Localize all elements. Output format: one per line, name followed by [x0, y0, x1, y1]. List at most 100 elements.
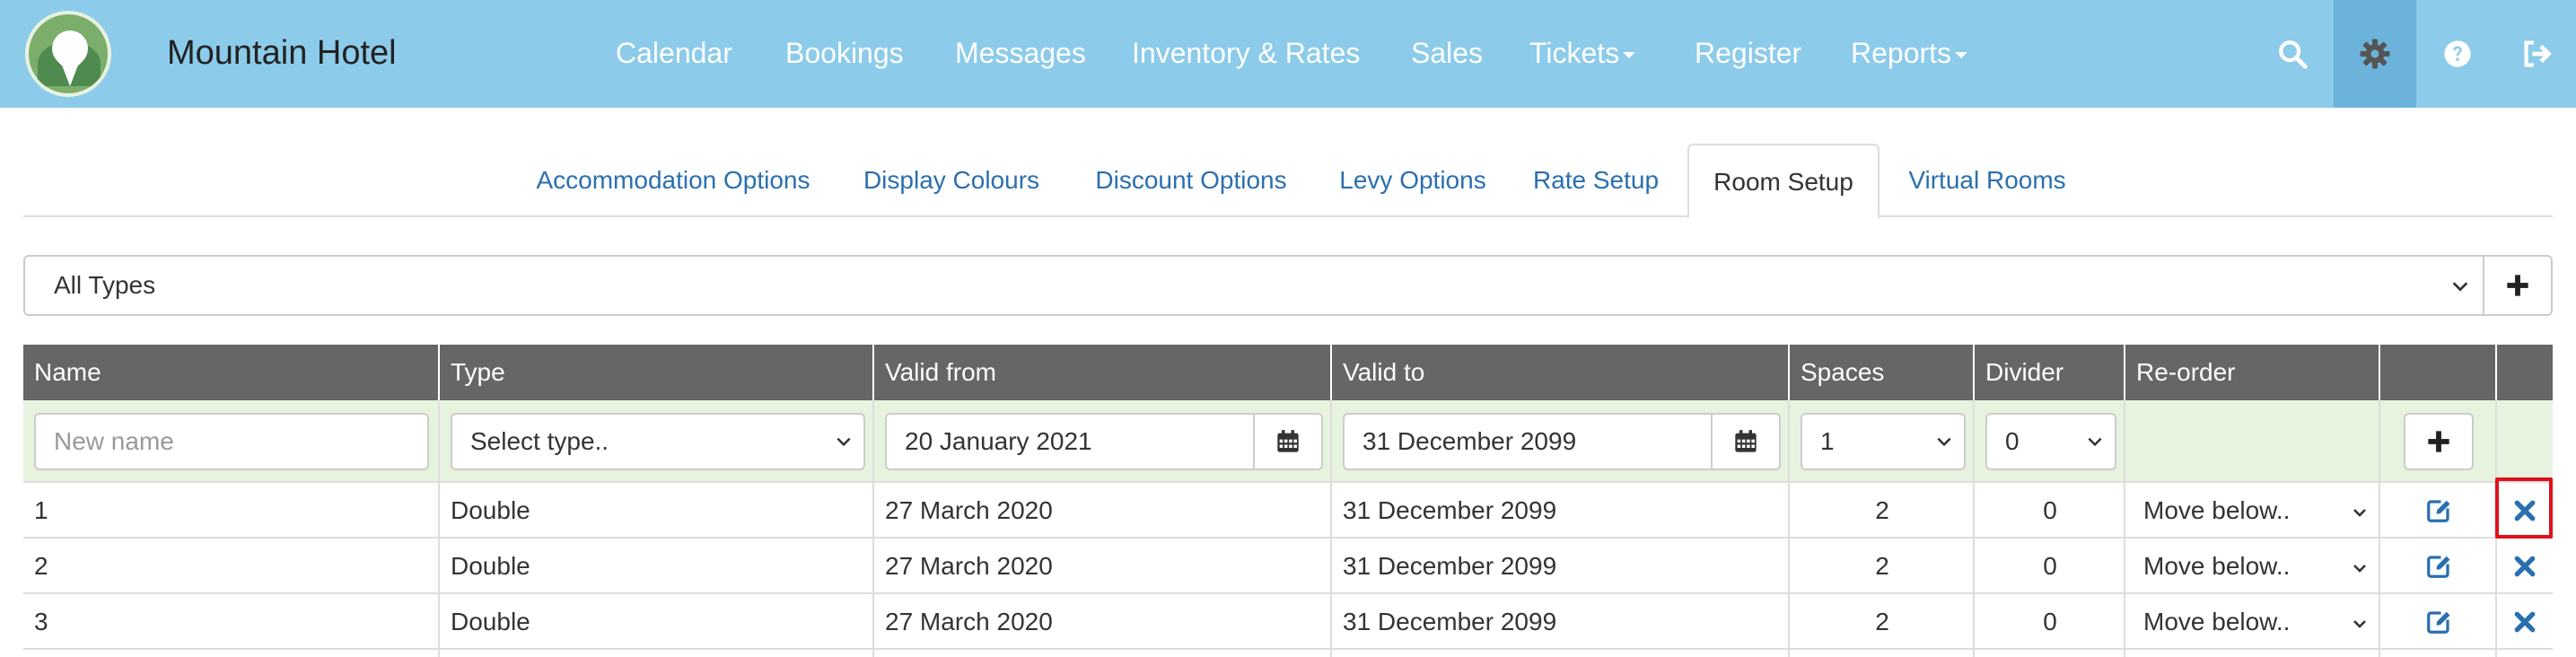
chevron-down-icon	[2088, 437, 2102, 447]
edit-icon	[2427, 611, 2450, 634]
chevron-down-icon	[1937, 437, 1951, 447]
new-room-divider-value: 0	[2005, 427, 2020, 455]
new-room-spaces-select[interactable]: 1	[1801, 413, 1966, 470]
reorder-value: Move below..	[2143, 496, 2291, 524]
chevron-down-icon	[837, 437, 851, 447]
valid-from-calendar-button[interactable]	[1253, 413, 1323, 470]
room-spaces: 2	[1875, 608, 1889, 635]
plus-icon	[2507, 275, 2528, 296]
tab-levy-options[interactable]: Levy Options	[1319, 144, 1506, 217]
close-icon	[2514, 556, 2536, 577]
add-room-type-button[interactable]	[2483, 255, 2553, 316]
nav-bookings[interactable]: Bookings	[785, 31, 904, 75]
reorder-select[interactable]: Move below..	[2125, 483, 2380, 539]
edit-room-button[interactable]	[2380, 483, 2497, 539]
chevron-down-icon	[2353, 565, 2366, 573]
col-header-valid-from: Valid from	[874, 345, 1332, 400]
table-header: Name Type Valid from Valid to Spaces Div…	[23, 345, 2553, 400]
new-room-valid-from-input[interactable]: 20 January 2021	[885, 413, 1255, 470]
logout-button[interactable]	[2499, 0, 2576, 108]
nav-reports[interactable]: Reports	[1851, 31, 1968, 75]
table-row: 3 Double 27 March 2020 31 December 2099 …	[23, 594, 2553, 650]
cell-divider	[1975, 650, 2125, 657]
new-room-type-value: Select type..	[470, 427, 609, 455]
new-room-name-input[interactable]: New name	[34, 413, 429, 470]
new-room-valid-to-input[interactable]: 31 December 2099	[1343, 413, 1713, 470]
reorder-select[interactable]: Move below..	[2125, 539, 2380, 594]
col-header-delete	[2497, 345, 2553, 400]
close-icon	[2514, 611, 2536, 633]
help-button[interactable]	[2416, 0, 2499, 108]
new-room-divider-select[interactable]: 0	[1985, 413, 2116, 470]
valid-to-calendar-button[interactable]	[1711, 413, 1781, 470]
calendar-icon	[1735, 430, 1757, 452]
col-header-name: Name	[23, 345, 440, 400]
chevron-down-icon	[2452, 282, 2468, 292]
new-room-type-select[interactable]: Select type..	[451, 413, 865, 470]
nav-messages[interactable]: Messages	[955, 31, 1086, 75]
edit-icon	[2427, 556, 2450, 578]
brand-name[interactable]: Mountain Hotel	[167, 31, 397, 75]
hotel-logo[interactable]	[25, 11, 111, 97]
col-header-reorder: Re-order	[2125, 345, 2380, 400]
caret-down-icon	[1623, 52, 1636, 59]
cell-divider	[2125, 400, 2380, 481]
calendar-icon	[1277, 430, 1299, 452]
nav-reports-label: Reports	[1851, 37, 1952, 69]
room-name: 2	[34, 552, 48, 580]
settings-button[interactable]	[2334, 0, 2416, 108]
col-header-type: Type	[440, 345, 874, 400]
nav-register[interactable]: Register	[1695, 31, 1801, 75]
cell-divider	[2125, 650, 2380, 657]
cell-divider	[23, 650, 440, 657]
room-name: 3	[34, 608, 48, 635]
cell-divider	[874, 650, 1332, 657]
room-divider: 0	[2043, 552, 2057, 580]
col-header-valid-to: Valid to	[1332, 345, 1790, 400]
room-type-filter-select[interactable]: All Types	[23, 255, 2484, 316]
room-type: Double	[451, 608, 530, 635]
highlight-box	[2495, 477, 2553, 539]
nav-tickets[interactable]: Tickets	[1529, 31, 1636, 75]
new-room-row: New name Select type.. 20 January 2021 3…	[23, 400, 2553, 483]
new-room-spaces-value: 1	[1820, 427, 1835, 455]
room-spaces: 2	[1875, 552, 1889, 580]
tab-discount-options[interactable]: Discount Options	[1065, 144, 1318, 217]
col-header-spaces: Spaces	[1790, 345, 1975, 400]
col-header-divider: Divider	[1975, 345, 2125, 400]
reorder-value: Move below..	[2143, 608, 2291, 635]
room-type: Double	[451, 552, 530, 580]
delete-room-button[interactable]	[2497, 539, 2553, 594]
tab-room-setup[interactable]: Room Setup	[1687, 144, 1879, 219]
room-type-filter-value: All Types	[54, 271, 156, 299]
table-row: 2 Double 27 March 2020 31 December 2099 …	[23, 539, 2553, 594]
tab-accommodation-options[interactable]: Accommodation Options	[506, 144, 840, 217]
delete-room-button[interactable]	[2497, 594, 2553, 650]
tab-virtual-rooms[interactable]: Virtual Rooms	[1879, 144, 2095, 217]
reorder-select[interactable]: Move below..	[2125, 594, 2380, 650]
gear-icon	[2360, 39, 2390, 69]
chevron-down-icon	[2353, 509, 2366, 517]
room-valid-from: 27 March 2020	[885, 608, 1053, 635]
nav-sales[interactable]: Sales	[1411, 31, 1483, 75]
add-room-button[interactable]	[2404, 413, 2474, 470]
edit-icon	[2427, 500, 2450, 522]
nav-inventory-rates[interactable]: Inventory & Rates	[1132, 31, 1360, 75]
tab-display-colours[interactable]: Display Colours	[838, 144, 1065, 217]
col-header-edit	[2380, 345, 2497, 400]
tab-rate-setup[interactable]: Rate Setup	[1506, 144, 1686, 217]
edit-room-button[interactable]	[2380, 539, 2497, 594]
chevron-down-icon	[2353, 620, 2366, 628]
search-button[interactable]	[2251, 0, 2334, 108]
edit-room-button[interactable]	[2380, 594, 2497, 650]
room-valid-to: 31 December 2099	[1343, 608, 1557, 635]
room-divider: 0	[2043, 608, 2057, 635]
reorder-value: Move below..	[2143, 552, 2291, 580]
room-valid-to: 31 December 2099	[1343, 552, 1557, 580]
help-icon	[2444, 40, 2471, 67]
cell-divider	[1790, 650, 1975, 657]
nav-calendar[interactable]: Calendar	[616, 31, 732, 75]
room-valid-from: 27 March 2020	[885, 552, 1053, 580]
plus-icon	[2428, 431, 2449, 452]
logout-icon	[2524, 40, 2552, 67]
